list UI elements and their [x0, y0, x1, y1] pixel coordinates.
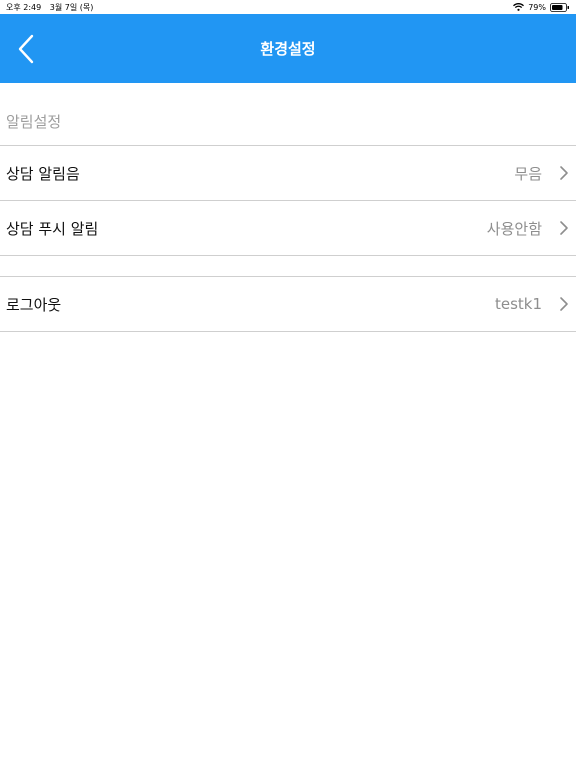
status-bar: 오후 2:49 3월 7일 (목) 79%: [0, 0, 576, 14]
row-label: 상담 알림음: [6, 164, 80, 183]
status-time: 오후 2:49: [6, 2, 42, 12]
row-logout[interactable]: 로그아웃 testk1: [0, 277, 576, 331]
chevron-right-icon: [560, 221, 568, 235]
battery-percentage: 79%: [528, 2, 546, 12]
chevron-left-icon: [18, 34, 34, 64]
row-value: testk1: [494, 295, 542, 313]
row-label: 상담 푸시 알림: [6, 219, 99, 238]
section-header-notifications: 알림설정: [6, 113, 62, 131]
wifi-icon: [513, 3, 525, 11]
row-consultation-sound[interactable]: 상담 알림음 무음: [0, 146, 576, 200]
row-value: 사용안함: [486, 219, 542, 238]
chevron-right-icon: [560, 166, 568, 180]
divider: [0, 331, 576, 332]
row-value: 무음: [514, 164, 542, 183]
back-button[interactable]: [10, 32, 42, 66]
status-date: 3월 7일 (목): [49, 2, 94, 12]
navigation-bar: 환경설정: [0, 14, 576, 83]
row-label: 로그아웃: [6, 295, 62, 314]
row-consultation-push[interactable]: 상담 푸시 알림 사용안함: [0, 201, 576, 255]
status-left: 오후 2:49 3월 7일 (목): [6, 2, 99, 13]
chevron-right-icon: [560, 297, 568, 311]
battery-icon: [550, 2, 570, 12]
divider: [0, 255, 576, 256]
status-right: 79%: [513, 3, 570, 12]
page-title: 환경설정: [260, 40, 316, 58]
